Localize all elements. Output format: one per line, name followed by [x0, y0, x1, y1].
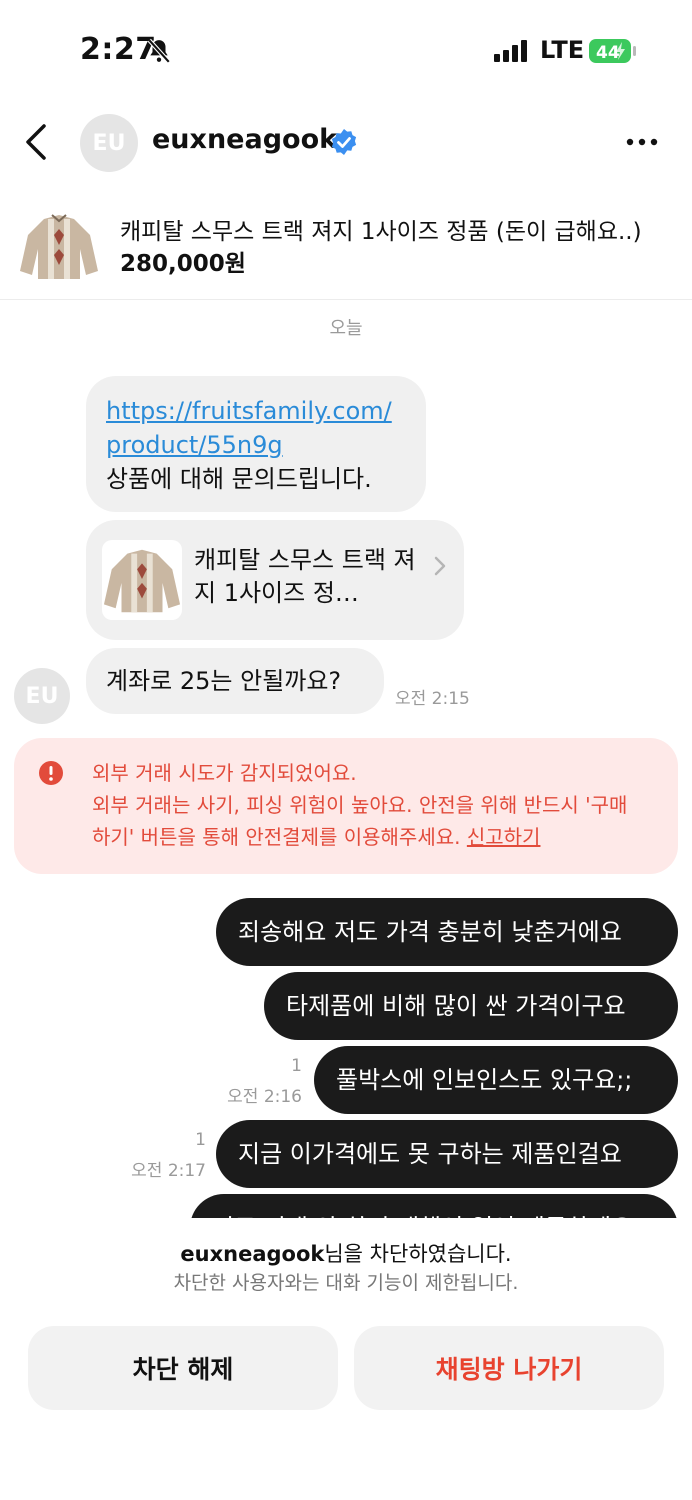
- blocked-username: euxneagook: [180, 1242, 325, 1266]
- outgoing-message-bubble: 타제품에 비해 많이 싼 가격이구요: [264, 972, 678, 1040]
- chat-header: EU euxneagook: [0, 100, 692, 190]
- unread-count: 1: [291, 1056, 302, 1076]
- alert-icon: [39, 761, 63, 785]
- battery-level: 44: [596, 43, 620, 63]
- warning-body-text: 하기' 버튼을 통해 안전결제를 이용해주세요.: [92, 825, 461, 849]
- message-time: 오전 2:16: [227, 1087, 302, 1107]
- product-title: 캐피탈 스무스 트랙 져지 1사이즈 정품 (돈이 급해요..): [120, 219, 642, 245]
- product-summary[interactable]: 캐피탈 스무스 트랙 져지 1사이즈 정품 (돈이 급해요..) 280,000…: [0, 200, 692, 300]
- leave-chat-button[interactable]: 채팅방 나가기: [354, 1326, 664, 1410]
- outgoing-message-bubble: 죄송해요 저도 가격 충분히 낮춘거에요: [216, 898, 678, 966]
- product-price: 280,000원: [120, 251, 246, 277]
- network-type: LTE: [540, 36, 585, 64]
- message-text: 계좌로 25는 안될까요?: [106, 667, 342, 695]
- warning-body-line: 외부 거래는 사기, 피싱 위험이 높아요. 안전을 위해 반드시 '구매: [92, 793, 628, 817]
- product-link-path[interactable]: product/55n9g: [106, 428, 406, 462]
- message-time: 오전 2:17: [131, 1161, 206, 1181]
- inquiry-text: 상품에 대해 문의드립니다.: [106, 465, 372, 493]
- outgoing-message-bubble: 지금 이가격에도 못 구하는 제품인걸요: [216, 1120, 678, 1188]
- blocked-notice: euxneagook님을 차단하였습니다.: [0, 1238, 692, 1268]
- back-chevron-icon[interactable]: [18, 120, 58, 164]
- unread-count: 1: [195, 1130, 206, 1150]
- sender-avatar[interactable]: EU: [14, 668, 70, 724]
- outgoing-message-bubble: 풀박스에 인보인스도 있구요;;: [314, 1046, 678, 1114]
- unblock-button[interactable]: 차단 해제: [28, 1326, 338, 1410]
- external-trade-warning: 외부 거래 시도가 감지되었어요. 외부 거래는 사기, 피싱 위험이 높아요.…: [14, 738, 678, 874]
- blocked-user-panel: euxneagook님을 차단하였습니다. 차단한 사용자와는 대화 기능이 제…: [0, 1218, 692, 1500]
- bell-slash-icon: [147, 38, 171, 64]
- battery-icon: 44: [589, 39, 636, 63]
- avatar[interactable]: EU: [80, 114, 138, 172]
- incoming-message-bubble: 계좌로 25는 안될까요?: [86, 648, 384, 714]
- product-thumbnail: [20, 214, 98, 279]
- chevron-right-icon: [434, 556, 446, 576]
- incoming-message-bubble: https://fruitsfamily.com/ product/55n9g …: [86, 376, 426, 512]
- product-card-thumbnail: [102, 540, 182, 620]
- product-card-title: 캐피탈 스무스 트랙 져지 1사이즈 정…: [194, 546, 416, 607]
- signal-icon: [494, 40, 527, 62]
- warning-title: 외부 거래 시도가 감지되었어요.: [92, 761, 357, 785]
- chat-username[interactable]: euxneagook: [152, 124, 337, 155]
- date-divider: 오늘: [329, 318, 363, 339]
- report-link[interactable]: 신고하기: [467, 825, 541, 849]
- status-bar: 2:27 LTE 44: [0, 0, 692, 100]
- verified-badge-icon: [331, 129, 357, 155]
- more-options-icon[interactable]: [622, 130, 662, 154]
- product-link[interactable]: https://fruitsfamily.com/: [106, 394, 406, 428]
- product-card-bubble[interactable]: 캐피탈 스무스 트랙 져지 1사이즈 정…: [86, 520, 464, 640]
- warning-body-line: 하기' 버튼을 통해 안전결제를 이용해주세요. 신고하기: [92, 822, 540, 852]
- blocked-notice-suffix: 님을 차단하였습니다.: [324, 1242, 512, 1266]
- message-time: 오전 2:15: [395, 689, 470, 709]
- blocked-description: 차단한 사용자와는 대화 기능이 제한됩니다.: [173, 1272, 519, 1294]
